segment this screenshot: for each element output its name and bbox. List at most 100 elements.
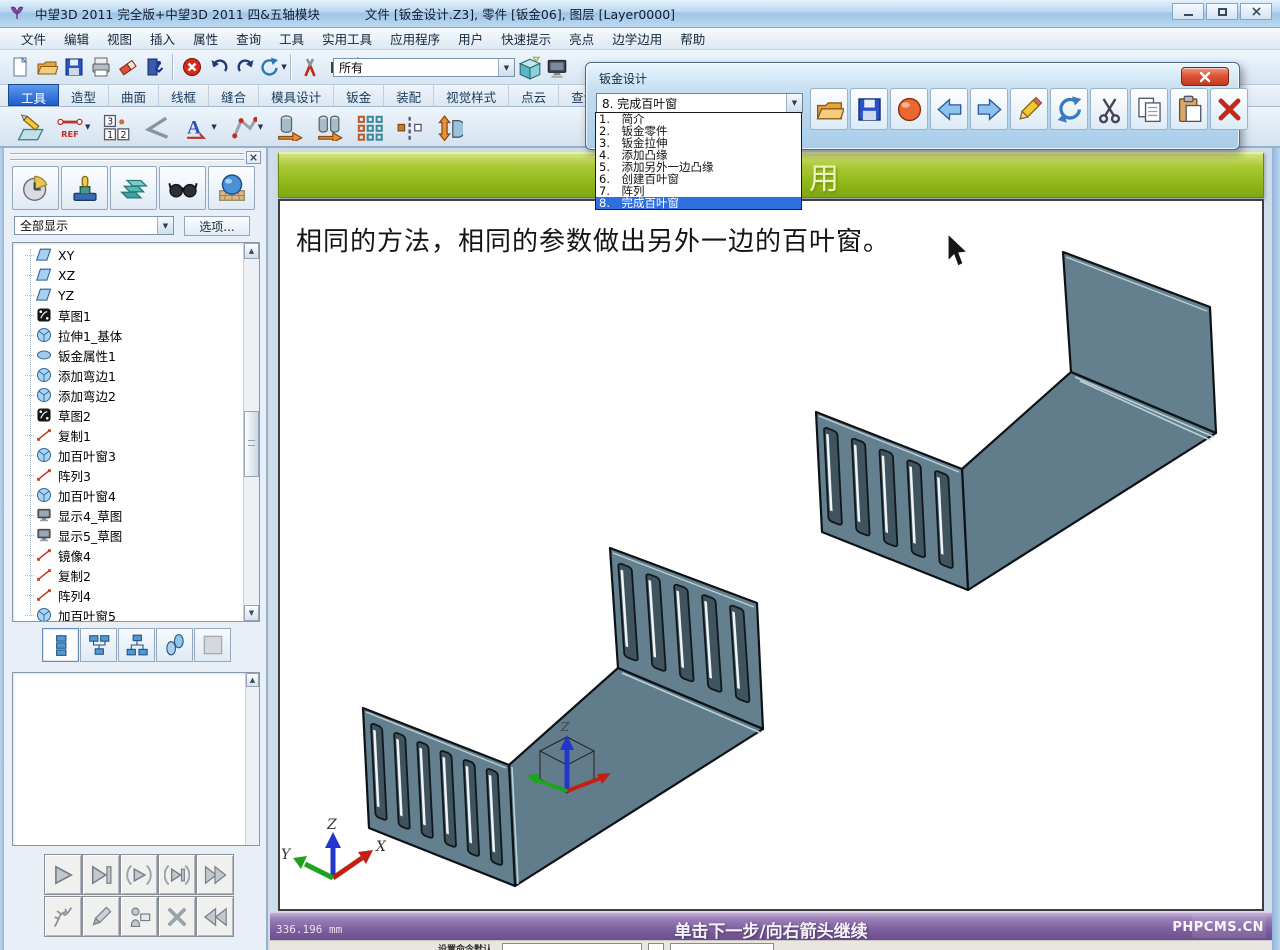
chevron-down-icon[interactable]: ▼ — [281, 63, 286, 71]
copy-button[interactable] — [1130, 88, 1168, 130]
shaded-view-button[interactable] — [516, 54, 543, 81]
glasses-button[interactable] — [159, 166, 206, 210]
display-filter-combo[interactable]: 全部显示 ▼ — [14, 216, 174, 235]
stop-button[interactable] — [178, 54, 205, 81]
tree-item[interactable]: 添加弯边1 — [13, 365, 239, 385]
sketch-plane-button[interactable] — [16, 113, 44, 141]
menu-item[interactable]: 应用程序 — [381, 29, 449, 48]
history-button[interactable] — [12, 166, 59, 210]
scrollbar-thumb[interactable] — [244, 411, 259, 477]
chevron-down-icon[interactable]: ▼ — [157, 217, 173, 234]
pattern-dots-button[interactable] — [355, 113, 383, 141]
menu-item[interactable]: 工具 — [270, 29, 313, 48]
tree-item[interactable]: 草图1 — [13, 305, 239, 325]
scroll-down-icon[interactable]: ▼ — [244, 605, 259, 621]
tree-item[interactable]: 镜像4 — [13, 545, 239, 565]
tree-scrollbar[interactable]: ▲ ▼ — [243, 243, 259, 621]
save-button[interactable] — [60, 54, 87, 81]
menu-item[interactable]: 边学边用 — [603, 29, 671, 48]
open-file-button[interactable] — [810, 88, 848, 130]
record-button[interactable] — [890, 88, 928, 130]
step-option[interactable]: 6. 创建百叶窗 — [596, 173, 801, 185]
step-option[interactable]: 1. 简介 — [596, 113, 801, 125]
ribbon-tab[interactable]: 曲面 — [109, 84, 159, 106]
menu-item[interactable]: 帮助 — [671, 29, 714, 48]
tree-item[interactable]: 复制2 — [13, 565, 239, 585]
pick-filter-combo[interactable]: 所有 ▼ — [333, 58, 515, 77]
ribbon-tab[interactable]: 钣金 — [334, 84, 384, 106]
tree-item[interactable]: YZ — [13, 285, 239, 305]
menu-item[interactable]: 亮点 — [560, 29, 603, 48]
menu-item[interactable]: 插入 — [141, 29, 184, 48]
delete-button[interactable] — [1210, 88, 1248, 130]
close-button[interactable] — [1240, 3, 1272, 20]
menu-item[interactable]: 属性 — [184, 29, 227, 48]
print-button[interactable] — [87, 54, 114, 81]
model-viewport[interactable]: 相同的方法，相同的参数做出另外一边的百叶窗。 — [278, 199, 1264, 911]
scroll-up-icon[interactable]: ▲ — [244, 243, 259, 259]
chevron-down-icon[interactable]: ▼ — [85, 123, 90, 131]
panel-close-button[interactable] — [246, 151, 261, 164]
menu-item[interactable]: 查询 — [227, 29, 270, 48]
angle-lines-button[interactable] — [142, 113, 170, 141]
render-sphere-button[interactable] — [208, 166, 255, 210]
mirror-parts-button[interactable] — [395, 113, 423, 141]
tree-item[interactable]: 复制1 — [13, 425, 239, 445]
ribbon-tab[interactable]: 点云 — [509, 84, 559, 106]
redo-button[interactable] — [232, 54, 259, 81]
footer-input[interactable] — [670, 943, 774, 950]
step-option[interactable]: 7. 阵列 — [596, 185, 801, 197]
list-view-button[interactable] — [42, 628, 79, 662]
chevron-down-icon[interactable]: ▼ — [211, 123, 216, 131]
tree-item[interactable]: 加百叶窗5 — [13, 605, 239, 622]
listbox-scrollbar[interactable]: ▲ — [245, 673, 259, 845]
options-button[interactable]: 选项... — [184, 216, 250, 236]
hierarchy-view-button[interactable] — [118, 628, 155, 662]
ref-line-button[interactable]: REF▼ — [56, 113, 90, 141]
menu-item[interactable]: 快速提示 — [492, 29, 560, 48]
person-button[interactable] — [120, 896, 158, 937]
step-option[interactable]: 5. 添加另外一边凸缘 — [596, 161, 801, 173]
tree-item[interactable]: 显示4_草图 — [13, 505, 239, 525]
steps-button[interactable] — [156, 628, 193, 662]
display-button[interactable] — [543, 54, 570, 81]
scroll-up-icon[interactable]: ▲ — [246, 673, 259, 687]
menu-item[interactable]: 视图 — [98, 29, 141, 48]
forward-button[interactable] — [970, 88, 1008, 130]
tree-item[interactable]: 钣金属性1 — [13, 345, 239, 365]
open-file-button[interactable] — [33, 54, 60, 81]
tree-item[interactable]: XY — [13, 245, 239, 265]
play-loop-step-button[interactable] — [158, 854, 196, 895]
new-file-button[interactable] — [6, 54, 33, 81]
text-A-button[interactable]: A▼ — [182, 113, 216, 141]
play-button[interactable] — [44, 854, 82, 895]
fast-forward-button[interactable] — [196, 854, 234, 895]
stamp-button[interactable] — [61, 166, 108, 210]
dragon-button[interactable] — [44, 896, 82, 937]
menu-item[interactable]: 实用工具 — [313, 29, 381, 48]
ribbon-tab[interactable]: 缝合 — [209, 84, 259, 106]
tree-item[interactable]: 显示5_草图 — [13, 525, 239, 545]
cancel-button[interactable] — [158, 896, 196, 937]
exit-button[interactable] — [141, 54, 168, 81]
tree-item[interactable]: 加百叶窗3 — [13, 445, 239, 465]
blank-button[interactable] — [194, 628, 231, 662]
chevron-down-icon[interactable]: ▼ — [786, 94, 802, 112]
layers-button[interactable] — [110, 166, 157, 210]
undo-button[interactable] — [205, 54, 232, 81]
ribbon-tab[interactable]: 线框 — [159, 84, 209, 106]
grid-312-button[interactable]: 312 — [102, 113, 130, 141]
step-option[interactable]: 4. 添加凸缘 — [596, 149, 801, 161]
tree-item[interactable]: 加百叶窗4 — [13, 485, 239, 505]
tree-item[interactable]: XZ — [13, 265, 239, 285]
back-button[interactable] — [930, 88, 968, 130]
rewind-button[interactable] — [196, 896, 234, 937]
play-to-end-button[interactable] — [82, 854, 120, 895]
cut-button[interactable] — [1090, 88, 1128, 130]
step-option[interactable]: 3. 钣金拉伸 — [596, 137, 801, 149]
tree-item[interactable]: 拉伸1_基体 — [13, 325, 239, 345]
footer-toggle[interactable] — [648, 943, 664, 950]
erase-button[interactable] — [114, 54, 141, 81]
refresh-button[interactable] — [1050, 88, 1088, 130]
ribbon-tab[interactable]: 造型 — [59, 84, 109, 106]
